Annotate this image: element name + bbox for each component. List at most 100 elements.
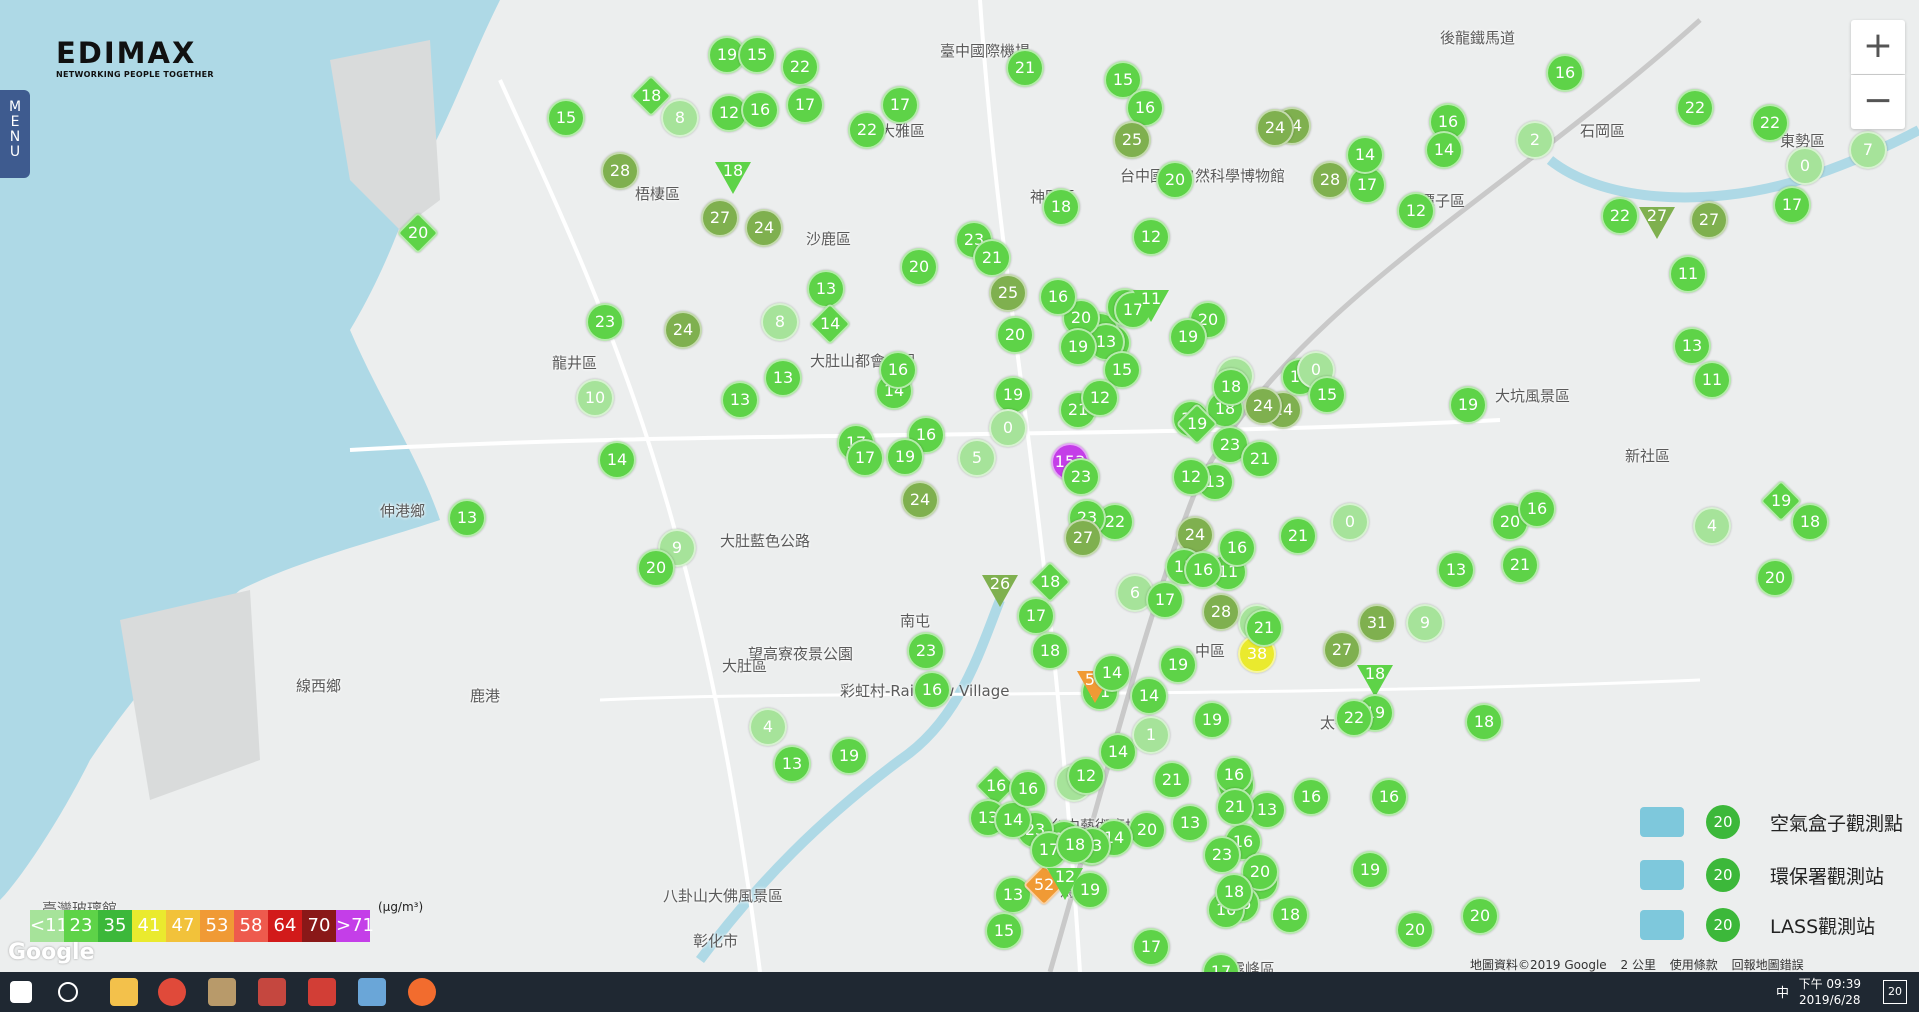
pm25-marker[interactable]: 17 xyxy=(881,86,919,124)
pm25-marker[interactable]: 14 xyxy=(1130,677,1168,715)
pm25-marker[interactable]: 8 xyxy=(661,99,699,137)
pm25-marker[interactable]: 0 xyxy=(1331,503,1369,541)
pm25-marker[interactable]: 16 xyxy=(1218,529,1256,567)
pm25-marker[interactable]: 28 xyxy=(1202,593,1240,631)
pm25-marker[interactable]: 21 xyxy=(1153,761,1191,799)
pm25-marker[interactable]: 23 xyxy=(1203,836,1241,874)
air-quality-map[interactable]: 後龍鐵馬道 臺中國際機場 梧棲區 沙鹿區 大肚山都會公園 大肚藍色公路 望高寮夜景公園 大肚區… xyxy=(0,0,1919,972)
pm25-marker[interactable]: 13 xyxy=(1673,327,1711,365)
firefox-icon[interactable] xyxy=(408,978,436,1006)
pm25-marker[interactable]: 25 xyxy=(989,274,1027,312)
pm25-marker[interactable]: 21 xyxy=(1241,440,1279,478)
pm25-marker[interactable]: 19 xyxy=(1449,386,1487,424)
pm25-marker[interactable]: 18 xyxy=(1215,873,1253,911)
pm25-marker[interactable]: 13 xyxy=(1171,804,1209,842)
pm25-marker[interactable]: 13 xyxy=(764,359,802,397)
pm25-marker[interactable]: 10 xyxy=(576,379,614,417)
pm25-marker[interactable]: 14 xyxy=(1425,131,1463,169)
pm25-marker[interactable]: 23 xyxy=(907,632,945,670)
pm25-marker[interactable]: 19 xyxy=(994,376,1032,414)
pm25-marker[interactable]: 21 xyxy=(1245,609,1283,647)
pm25-marker[interactable]: 11 xyxy=(1132,286,1170,324)
pm25-marker[interactable]: 5 xyxy=(958,439,996,477)
pm25-marker[interactable]: 13 xyxy=(721,381,759,419)
pm25-marker[interactable]: 1 xyxy=(1132,716,1170,754)
pm25-marker[interactable]: 19 xyxy=(830,737,868,775)
pm25-marker[interactable]: 15 xyxy=(738,36,776,74)
start-icon[interactable] xyxy=(10,981,32,1003)
pm25-marker[interactable]: 18 xyxy=(1212,368,1250,406)
pm25-marker[interactable]: 18 xyxy=(714,158,752,196)
pm25-marker[interactable]: 13 xyxy=(773,745,811,783)
pm25-marker[interactable]: 14 xyxy=(1346,136,1384,174)
pm25-marker[interactable]: 20 xyxy=(900,248,938,286)
pm25-marker[interactable]: 11 xyxy=(1669,255,1707,293)
pm25-marker[interactable]: 18 xyxy=(1056,826,1094,864)
pm25-marker[interactable]: 19 xyxy=(1351,851,1389,889)
pm25-marker[interactable]: 26 xyxy=(981,571,1019,609)
pm25-marker[interactable]: 27 xyxy=(701,199,739,237)
pm25-marker[interactable]: 18 xyxy=(1791,503,1829,541)
pm25-marker[interactable]: 2 xyxy=(1516,121,1554,159)
pm25-marker[interactable]: 19 xyxy=(886,438,924,476)
pm25-marker[interactable]: 22 xyxy=(1601,197,1639,235)
pm25-marker[interactable]: 21 xyxy=(1216,788,1254,826)
pm25-marker[interactable]: 14 xyxy=(1093,654,1131,692)
pm25-marker[interactable]: 18 xyxy=(1465,703,1503,741)
pm25-marker[interactable]: 22 xyxy=(1335,699,1373,737)
app-icon[interactable] xyxy=(308,978,336,1006)
app-icon[interactable] xyxy=(358,978,386,1006)
pm25-marker[interactable]: 24 xyxy=(745,209,783,247)
pm25-marker[interactable]: 4 xyxy=(749,708,787,746)
pm25-marker[interactable]: 15 xyxy=(547,99,585,137)
pm25-marker[interactable]: 28 xyxy=(1311,161,1349,199)
pm25-marker[interactable]: 25 xyxy=(1113,121,1151,159)
pm25-marker[interactable]: 21 xyxy=(1501,546,1539,584)
pm25-marker[interactable]: 18 xyxy=(1271,896,1309,934)
pm25-marker[interactable]: 16 xyxy=(1546,54,1584,92)
pm25-marker[interactable]: 23 xyxy=(586,303,624,341)
pm25-marker[interactable]: 16 xyxy=(1039,278,1077,316)
pm25-marker[interactable]: 15 xyxy=(985,912,1023,950)
terms-link[interactable]: 使用條款 xyxy=(1670,958,1718,972)
file-explorer-icon[interactable] xyxy=(110,978,138,1006)
search-icon[interactable] xyxy=(58,982,78,1002)
pm25-marker[interactable]: 14 xyxy=(1099,733,1137,771)
pm25-marker[interactable]: 24 xyxy=(664,311,702,349)
pm25-marker[interactable]: 18 xyxy=(1042,188,1080,226)
zoom-out-button[interactable]: − xyxy=(1851,75,1905,129)
pm25-marker[interactable]: 21 xyxy=(1279,517,1317,555)
pm25-marker[interactable]: 20 xyxy=(1461,897,1499,935)
pm25-marker[interactable]: 0 xyxy=(1786,147,1824,185)
pm25-marker[interactable]: 20 xyxy=(637,549,675,587)
pm25-marker[interactable]: 18 xyxy=(1031,632,1069,670)
pm25-marker[interactable]: 22 xyxy=(1676,89,1714,127)
pm25-marker[interactable]: 12 xyxy=(1081,379,1119,417)
pm25-marker[interactable]: 13 xyxy=(1437,551,1475,589)
pm25-marker[interactable]: 12 xyxy=(1046,864,1084,902)
notification-button[interactable]: 20 xyxy=(1883,980,1907,1004)
pm25-marker[interactable]: 12 xyxy=(1132,218,1170,256)
pm25-marker[interactable]: 0 xyxy=(989,409,1027,447)
pm25-marker[interactable]: 16 xyxy=(879,351,917,389)
pm25-marker[interactable]: 24 xyxy=(1244,387,1282,425)
pm25-marker[interactable]: 16 xyxy=(1184,551,1222,589)
pm25-marker[interactable]: 19 xyxy=(1193,701,1231,739)
pm25-marker[interactable]: 20 xyxy=(1396,911,1434,949)
pm25-marker[interactable]: 17 xyxy=(1132,928,1170,966)
menu-button[interactable]: MENU xyxy=(0,90,30,178)
pm25-marker[interactable]: 20 xyxy=(1756,559,1794,597)
pm25-marker[interactable]: 20 xyxy=(1128,811,1166,849)
clock[interactable]: 下午 09:39 2019/6/28 xyxy=(1799,976,1861,1008)
pm25-marker[interactable]: 16 xyxy=(1518,490,1556,528)
pm25-marker[interactable]: 17 xyxy=(1146,581,1184,619)
pm25-marker[interactable]: 17 xyxy=(1017,597,1055,635)
app-icon[interactable] xyxy=(208,978,236,1006)
pm25-marker[interactable]: 24 xyxy=(1256,109,1294,147)
pm25-marker[interactable]: 23 xyxy=(1062,458,1100,496)
pm25-marker[interactable]: 15 xyxy=(1308,376,1346,414)
pm25-marker[interactable]: 16 xyxy=(1009,770,1047,808)
pm25-marker[interactable]: 17 xyxy=(846,439,884,477)
chrome-icon[interactable] xyxy=(158,978,186,1006)
pm25-marker[interactable]: 16 xyxy=(1292,778,1330,816)
